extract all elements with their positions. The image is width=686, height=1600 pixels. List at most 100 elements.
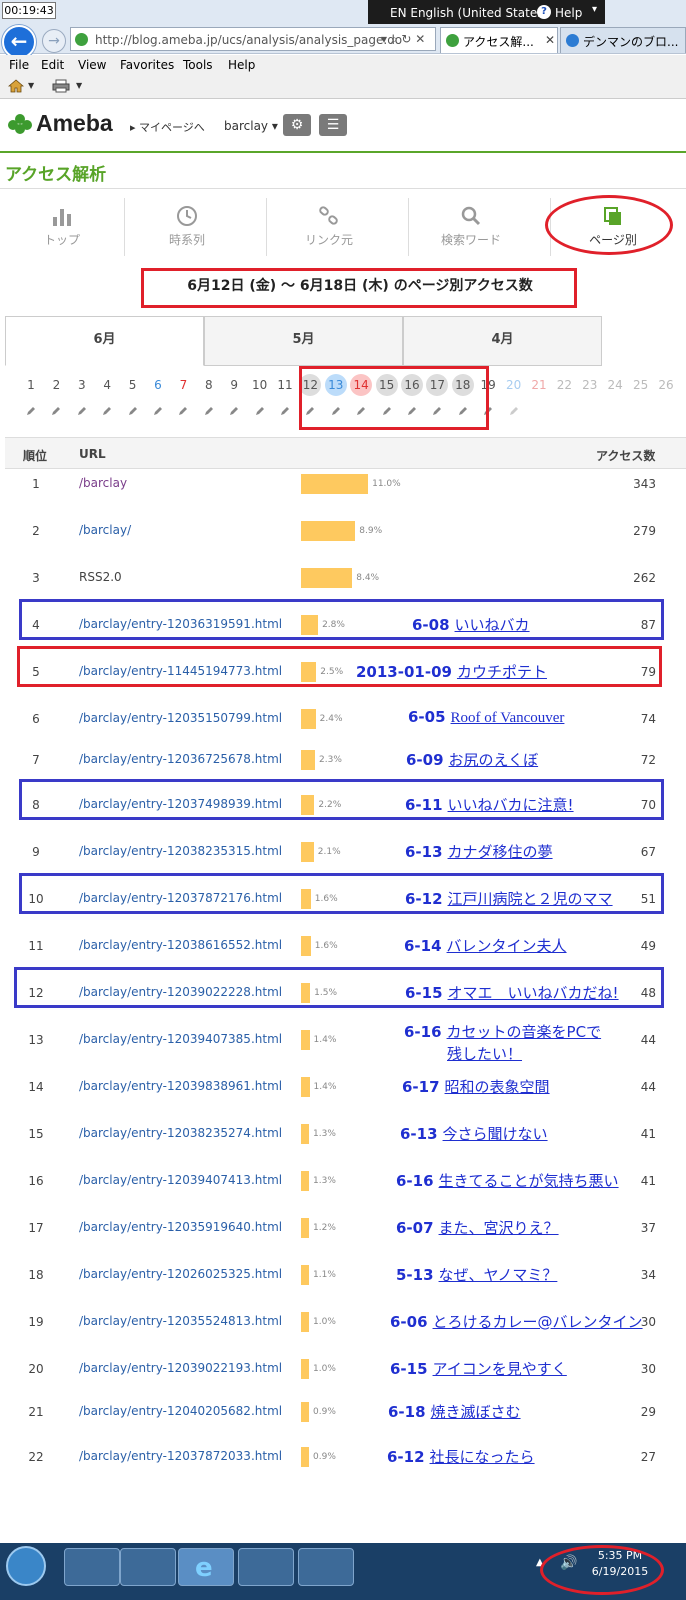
day-23[interactable]: 23 (579, 374, 601, 396)
language-label[interactable]: EN English (United States) (390, 6, 548, 20)
taskbar-item-ie[interactable]: e (178, 1548, 234, 1586)
annotation-title-link[interactable]: Roof of Vancouver (451, 710, 565, 726)
pencil-icon[interactable] (26, 406, 36, 416)
langbar-menu-icon[interactable]: ▾ (592, 4, 597, 15)
row-url-link[interactable]: /barclay/ (79, 523, 131, 537)
forward-button[interactable]: → (42, 29, 66, 53)
print-icon[interactable] (52, 79, 70, 93)
nav-timeseries[interactable]: 時系列 (125, 195, 249, 257)
row-url-link[interactable]: /barclay/entry-12038616552.html (79, 938, 282, 952)
print-dropdown-icon[interactable]: ▼ (76, 81, 82, 90)
row-url-link[interactable]: /barclay/entry-12039407413.html (79, 1173, 282, 1187)
annotation-title-link[interactable]: とろけるカレー@バレンタイン (433, 1313, 643, 1331)
day-4[interactable]: 4 (96, 374, 118, 396)
start-button[interactable] (6, 1546, 46, 1586)
browser-tab-active[interactable]: アクセス解... ✕ (440, 27, 558, 53)
row-url-link[interactable]: /barclay/entry-12035150799.html (79, 711, 282, 725)
address-controls[interactable]: ▾ ⌕ ↻ ✕ (381, 32, 425, 47)
day-25[interactable]: 25 (630, 374, 652, 396)
pencil-icon[interactable] (229, 406, 239, 416)
menu-tools[interactable]: Tools (183, 58, 213, 72)
annotation-title-link[interactable]: アイコンを見やすく (433, 1360, 567, 1378)
menu-button[interactable]: ☰ (319, 114, 347, 136)
annotation-title-link[interactable]: カナダ移住の夢 (448, 843, 553, 861)
address-url[interactable]: http://blog.ameba.jp/ucs/analysis/analys… (95, 33, 402, 47)
taskbar-item-notepad[interactable] (238, 1548, 294, 1586)
annotation-title-link[interactable]: 生きてることが気持ち悪い (439, 1172, 619, 1190)
menu-edit[interactable]: Edit (41, 58, 64, 72)
day-3[interactable]: 3 (71, 374, 93, 396)
day-6[interactable]: 6 (147, 374, 169, 396)
pencil-icon[interactable] (255, 406, 265, 416)
pencil-icon[interactable] (178, 406, 188, 416)
day-21[interactable]: 21 (528, 374, 550, 396)
pencil-icon[interactable] (102, 406, 112, 416)
pencil-icon[interactable] (509, 406, 519, 416)
home-icon[interactable] (8, 79, 24, 93)
nav-referrer[interactable]: リンク元 (267, 195, 391, 257)
user-menu[interactable]: barclay ▾ (224, 119, 278, 133)
settings-button[interactable]: ⚙ (283, 114, 311, 136)
browser-tab[interactable]: デンマンのブロ... (560, 27, 686, 53)
row-url-link[interactable]: /barclay/entry-12037872033.html (79, 1449, 282, 1463)
pencil-icon[interactable] (280, 406, 290, 416)
row-url-link[interactable]: /barclay/entry-12038235315.html (79, 844, 282, 858)
row-url-link[interactable]: /barclay/entry-12038235274.html (79, 1126, 282, 1140)
tab-may[interactable]: 5月 (204, 316, 403, 366)
row-url-link[interactable]: /barclay/entry-12035524813.html (79, 1314, 282, 1328)
row-url-link[interactable]: /barclay (79, 476, 127, 490)
day-24[interactable]: 24 (604, 374, 626, 396)
day-5[interactable]: 5 (122, 374, 144, 396)
day-7[interactable]: 7 (172, 374, 194, 396)
back-button[interactable]: ← (2, 25, 36, 59)
mypage-link[interactable]: ▸ マイページへ (130, 119, 205, 135)
language-bar[interactable]: EN English (United States) ? Help ▾ (368, 0, 605, 26)
menu-view[interactable]: View (78, 58, 106, 72)
pencil-icon[interactable] (77, 406, 87, 416)
pencil-icon[interactable] (128, 406, 138, 416)
annotation-title-link[interactable]: また、宮沢りえ？ (439, 1219, 559, 1237)
row-url-link[interactable]: /barclay/entry-12040205682.html (79, 1404, 282, 1418)
day-11[interactable]: 11 (274, 374, 296, 396)
annotation-title-link[interactable]: 社長になったら (430, 1448, 535, 1466)
menu-help[interactable]: Help (228, 58, 255, 72)
tab-june[interactable]: 6月 (5, 316, 204, 366)
annotation-title-link[interactable]: 焼き滅ぼさむ (431, 1403, 521, 1421)
annotation-title-link[interactable]: なぜ、ヤノマミ？ (439, 1266, 558, 1284)
annotation-title-link[interactable]: カセットの音楽をPCで (447, 1023, 602, 1041)
row-url-link[interactable]: /barclay/entry-12035919640.html (79, 1220, 282, 1234)
tab-close-icon[interactable]: ✕ (545, 33, 555, 47)
day-8[interactable]: 8 (198, 374, 220, 396)
menu-file[interactable]: File (9, 58, 29, 72)
address-bar[interactable]: http://blog.ameba.jp/ucs/analysis/analys… (70, 27, 436, 51)
taskbar-item-paint[interactable] (298, 1548, 354, 1586)
pencil-icon[interactable] (204, 406, 214, 416)
home-dropdown-icon[interactable]: ▼ (28, 81, 34, 90)
tab-april[interactable]: 4月 (403, 316, 602, 366)
taskbar-item-drive[interactable] (120, 1548, 176, 1586)
help-icon[interactable]: ? (537, 5, 551, 19)
help-label[interactable]: Help (555, 6, 582, 20)
nav-search-words[interactable]: 検索ワード (409, 195, 533, 257)
row-url-link[interactable]: /barclay/entry-12039407385.html (79, 1032, 282, 1046)
ameba-logo-icon[interactable] (8, 113, 32, 135)
annotation-title-link[interactable]: 昭和の表象空間 (445, 1078, 550, 1096)
row-url-link[interactable]: /barclay/entry-12036725678.html (79, 752, 282, 766)
menu-favorites[interactable]: Favorites (120, 58, 174, 72)
taskbar-item-clock[interactable] (64, 1548, 120, 1586)
annotation-title-link[interactable]: お尻のえくぼ (449, 751, 539, 769)
day-20[interactable]: 20 (503, 374, 525, 396)
day-22[interactable]: 22 (553, 374, 575, 396)
pencil-icon[interactable] (51, 406, 61, 416)
day-10[interactable]: 10 (249, 374, 271, 396)
row-url-link[interactable]: /barclay/entry-12039022193.html (79, 1361, 282, 1375)
row-url-link[interactable]: /barclay/entry-12039838961.html (79, 1079, 282, 1093)
row-url-link[interactable]: /barclay/entry-12026025325.html (79, 1267, 282, 1281)
day-26[interactable]: 26 (655, 374, 677, 396)
annotation-title-link[interactable]: 残したい！ (447, 1043, 522, 1064)
pencil-icon[interactable] (153, 406, 163, 416)
nav-top[interactable]: トップ (0, 195, 124, 257)
day-9[interactable]: 9 (223, 374, 245, 396)
day-1[interactable]: 1 (20, 374, 42, 396)
annotation-title-link[interactable]: バレンタイン夫人 (447, 937, 567, 955)
